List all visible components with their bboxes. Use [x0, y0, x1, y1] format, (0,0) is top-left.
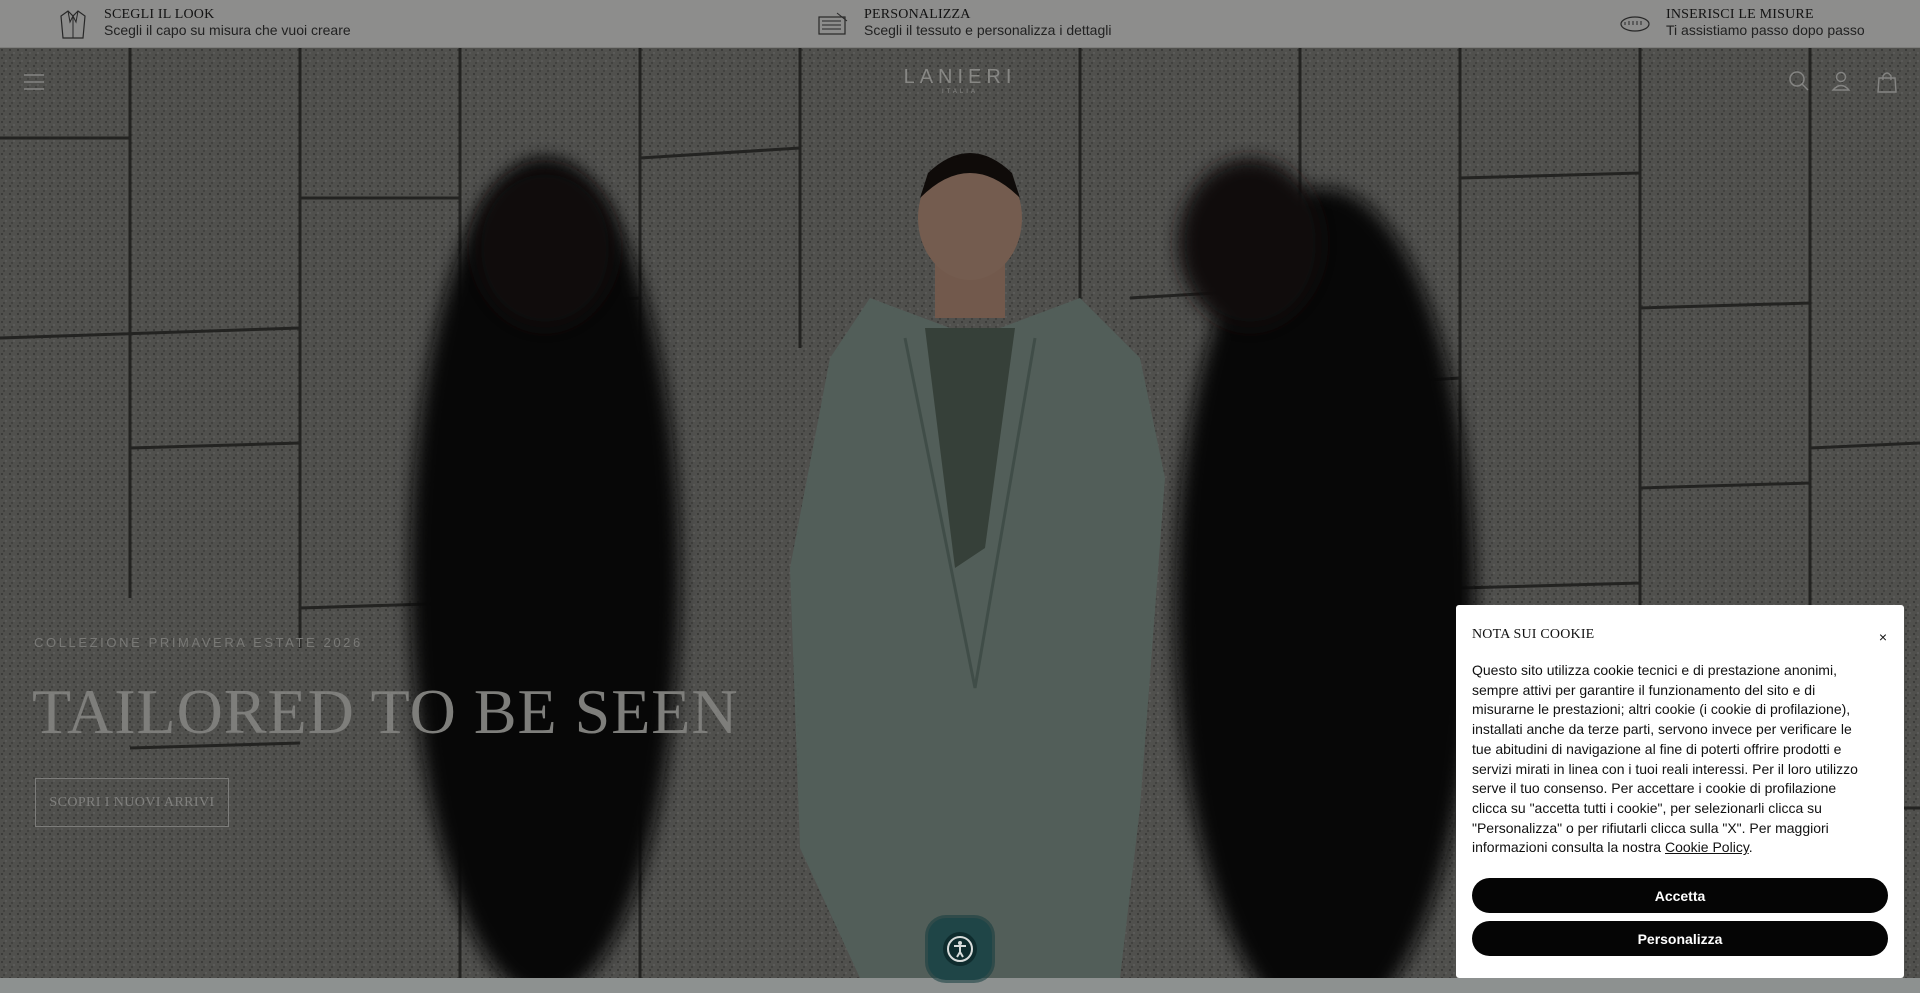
accessibility-icon	[943, 932, 977, 966]
close-icon[interactable]: ×	[1873, 627, 1893, 647]
cookie-policy-link[interactable]: Cookie Policy	[1665, 839, 1749, 855]
cookie-text: Questo sito utilizza cookie tecnici e di…	[1472, 661, 1872, 858]
cookie-body-end: .	[1748, 839, 1753, 856]
cookie-dialog: NOTA SUI COOKIE × Questo sito utilizza c…	[1456, 605, 1904, 978]
accept-cookies-button[interactable]: Accetta	[1472, 878, 1888, 913]
accessibility-button[interactable]	[928, 918, 992, 980]
cookie-title: NOTA SUI COOKIE	[1472, 627, 1595, 642]
customize-cookies-button[interactable]: Personalizza	[1472, 921, 1888, 956]
cookie-body-text: Questo sito utilizza cookie tecnici e di…	[1472, 662, 1858, 856]
page-bottom-strip	[0, 978, 1920, 993]
